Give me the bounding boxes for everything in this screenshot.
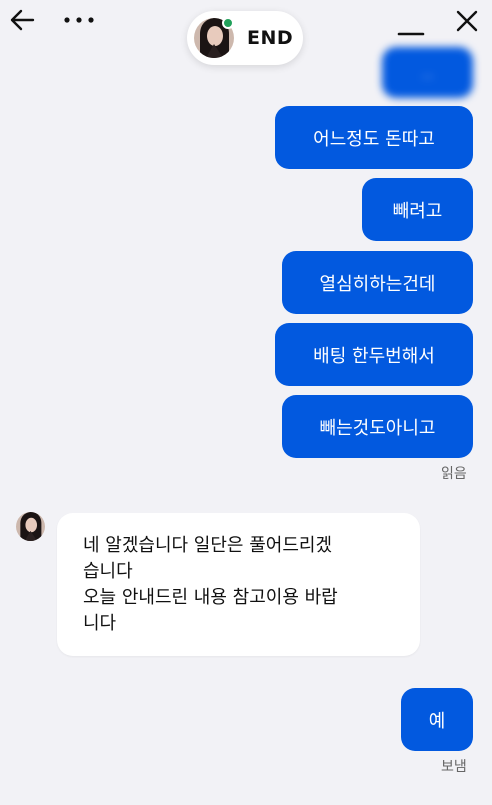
message-text: 열심히하는건데 (319, 273, 436, 295)
back-arrow-icon[interactable] (6, 6, 38, 34)
outgoing-message-bubble[interactable]: 배팅 한두번해서 (275, 323, 473, 386)
more-options-icon[interactable] (62, 6, 96, 34)
message-text: 네 알겠습니다 일단은 풀어드리겠 습니다 오늘 안내드린 내용 참고이용 바랍… (83, 535, 338, 634)
message-text: 빼려고 (392, 200, 443, 222)
message-text: 어느정도 돈따고 (313, 128, 435, 150)
contact-status-label: END (247, 27, 294, 49)
outgoing-message-bubble[interactable]: 빼려고 (362, 178, 473, 241)
minimize-icon[interactable] (394, 6, 428, 40)
blurred-message-bubble: ‥ (382, 47, 473, 98)
close-icon[interactable] (450, 4, 484, 38)
outgoing-message-bubble[interactable]: 열심히하는건데 (282, 251, 473, 314)
online-status-indicator (222, 17, 234, 29)
message-text: 예 (428, 710, 446, 732)
message-text: 배팅 한두번해서 (313, 345, 435, 367)
outgoing-message-bubble[interactable]: 어느정도 돈따고 (275, 106, 473, 169)
read-receipt: 읽음 (441, 466, 467, 482)
outgoing-message-bubble[interactable]: 예 (401, 688, 473, 751)
outgoing-message-bubble[interactable]: 빼는것도아니고 (282, 395, 473, 458)
message-text: 빼는것도아니고 (319, 417, 436, 439)
incoming-message-bubble[interactable]: 네 알겠습니다 일단은 풀어드리겠 습니다 오늘 안내드린 내용 참고이용 바랍… (57, 513, 420, 656)
sent-status: 보냄 (441, 759, 467, 775)
contact-pill[interactable]: END (187, 11, 303, 65)
avatar[interactable] (16, 512, 45, 541)
